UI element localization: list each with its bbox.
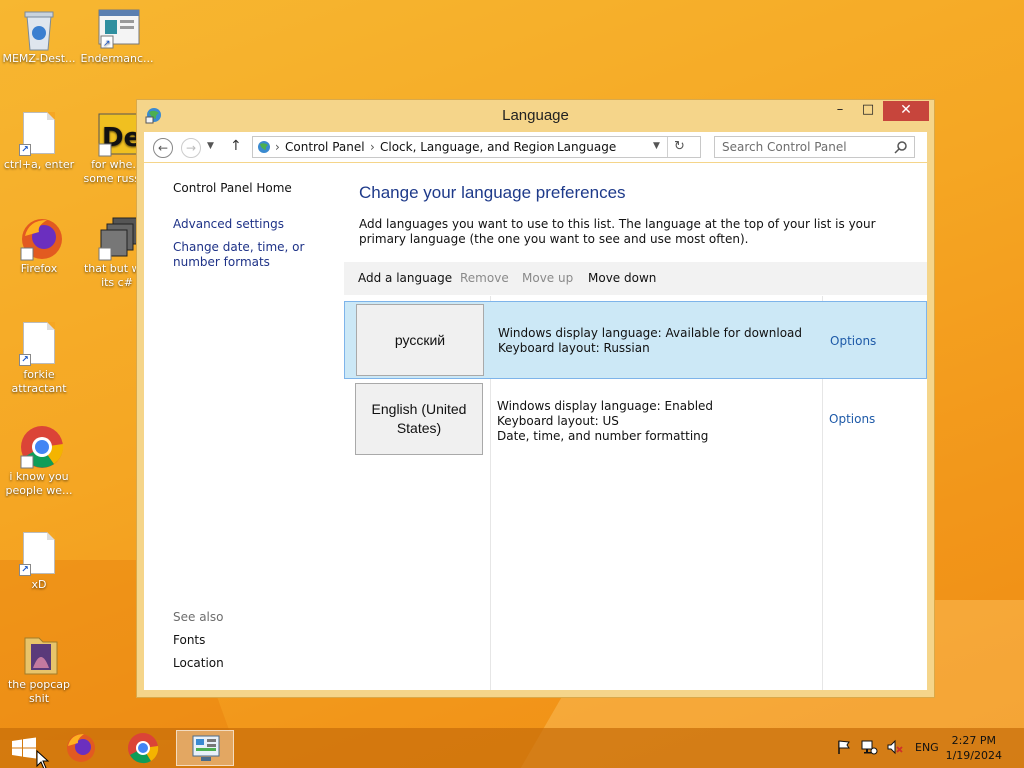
add-language-button[interactable]: Add a language <box>358 271 452 285</box>
window-content: Control Panel Home Advanced settings Cha… <box>144 163 927 690</box>
close-button[interactable]: ✕ <box>883 101 929 121</box>
location-link[interactable]: Location <box>173 656 224 671</box>
language-display-status: Windows display language: Available for … <box>498 326 803 340</box>
back-button[interactable]: ← <box>153 138 173 158</box>
page-heading: Change your language preferences <box>359 183 626 202</box>
remove-button[interactable]: Remove <box>460 271 509 285</box>
desktop-icon-recycle-bin[interactable]: MEMZ-Dest... <box>0 6 78 66</box>
action-center-flag-icon[interactable] <box>836 739 852 758</box>
address-dropdown-chevron-icon[interactable]: ▼ <box>653 141 660 151</box>
language-formatting-status: Date, time, and number formatting <box>497 429 709 443</box>
desktop-icon-label: forkie attractant <box>11 368 67 395</box>
desktop-icon-label: ctrl+a, enter <box>3 158 75 171</box>
search-icon[interactable] <box>894 140 908 154</box>
taskbar-firefox[interactable] <box>54 730 112 766</box>
breadcrumb-separator: › <box>370 140 375 154</box>
main-pane: Change your language preferences Add lan… <box>344 163 927 690</box>
breadcrumb-control-panel[interactable]: Control Panel <box>285 140 365 154</box>
advanced-settings-link[interactable]: Advanced settings <box>173 217 284 232</box>
firefox-icon <box>67 734 95 762</box>
breadcrumb-language[interactable]: Language <box>557 140 616 154</box>
move-down-button[interactable]: Move down <box>588 271 656 285</box>
breadcrumb-clock-language-region[interactable]: Clock, Language, and Region <box>380 140 555 154</box>
file-icon: ↗ <box>19 112 59 156</box>
recent-pages-dropdown[interactable]: ▼ <box>207 141 214 151</box>
taskbar-control-panel[interactable] <box>176 730 234 766</box>
control-panel-icon <box>192 735 220 761</box>
recycle-bin-icon <box>19 6 59 51</box>
chrome-icon <box>19 424 64 469</box>
network-icon[interactable] <box>860 739 878 758</box>
language-toolbar: Add a language Remove Move up Move down <box>344 262 927 295</box>
clock-date: 1/19/2024 <box>945 749 1002 762</box>
search-box[interactable] <box>714 136 915 158</box>
window-app-icon: ↗ <box>97 6 140 50</box>
desktop-icon-chrome[interactable]: i know you people we... <box>0 424 78 498</box>
breadcrumb-separator: › <box>547 140 552 154</box>
de-app-icon: De <box>97 112 141 157</box>
up-arrow-icon: ↑ <box>230 138 242 154</box>
desktop-icon-firefox[interactable]: Firefox <box>0 216 78 276</box>
address-divider <box>667 137 668 157</box>
taskbar-chrome[interactable] <box>116 730 174 766</box>
file-icon: ↗ <box>19 322 59 366</box>
svg-text:↗: ↗ <box>103 39 111 49</box>
desktop-icon-app[interactable]: ↗ Endermanc... <box>78 6 156 66</box>
back-arrow-icon: ← <box>157 141 169 155</box>
breadcrumb-separator: › <box>275 140 280 154</box>
options-link[interactable]: Options <box>829 412 875 426</box>
desktop-icon-folder[interactable]: the popcap shit <box>0 632 78 706</box>
forward-button[interactable]: → <box>181 138 201 158</box>
file-icon: ↗ <box>19 532 59 576</box>
address-bar[interactable]: › Control Panel › Clock, Language, and R… <box>252 136 701 158</box>
up-button[interactable]: ↑ <box>230 138 242 154</box>
language-window: Language – □ ✕ ← → ▼ ↑ › Control Panel ›… <box>136 99 935 698</box>
title-bar[interactable]: Language – □ ✕ <box>137 100 934 130</box>
language-row-russian[interactable]: русский Windows display language: Availa… <box>344 301 927 379</box>
desktop-icon-label: the popcap shit <box>7 678 70 705</box>
volume-muted-icon[interactable] <box>886 739 904 758</box>
language-keyboard-layout: Keyboard layout: US <box>497 414 619 428</box>
language-display-status: Windows display language: Enabled <box>497 399 714 413</box>
change-date-time-formats-link[interactable]: Change date, time, or number formats <box>173 240 338 270</box>
taskbar: ENG 2:27 PM 1/19/2024 <box>0 728 1024 768</box>
maximize-button[interactable]: □ <box>854 101 882 121</box>
chrome-icon <box>128 733 159 764</box>
refresh-icon[interactable]: ↻ <box>674 139 685 154</box>
move-up-button[interactable]: Move up <box>522 271 573 285</box>
page-description: Add languages you want to use to this li… <box>359 217 876 246</box>
taskbar-clock[interactable]: 2:27 PM 1/19/2024 <box>946 733 1002 763</box>
input-language-indicator[interactable]: ENG <box>915 741 939 754</box>
forward-arrow-icon: → <box>185 141 197 155</box>
language-keyboard-layout: Keyboard layout: Russian <box>498 341 650 355</box>
fonts-link[interactable]: Fonts <box>173 633 205 648</box>
desktop-icon-label: Firefox <box>20 262 58 275</box>
desktop-icon-label: MEMZ-Dest... <box>2 52 76 65</box>
search-input[interactable] <box>715 137 885 157</box>
desktop-icon-label: Endermanc... <box>80 52 154 65</box>
desktop-icon-file[interactable]: ↗ ctrl+a, enter <box>0 112 78 172</box>
clock-time: 2:27 PM <box>951 734 996 747</box>
window-title: Language <box>502 107 569 124</box>
language-tile[interactable]: English (United States) <box>355 383 483 455</box>
stack-app-icon <box>97 216 140 261</box>
mouse-cursor-icon <box>36 750 50 768</box>
options-link[interactable]: Options <box>830 334 876 348</box>
control-panel-globe-icon <box>256 139 272 158</box>
firefox-icon <box>19 216 62 261</box>
desktop-icon-file[interactable]: ↗ forkie attractant <box>0 322 78 396</box>
desktop-icon-label: xD <box>31 578 47 591</box>
folder-icon <box>19 632 59 676</box>
language-row-english[interactable]: English (United States) Windows display … <box>344 381 927 459</box>
desktop-icon-file[interactable]: ↗ xD <box>0 532 78 592</box>
see-also-heading: See also <box>173 610 224 624</box>
left-navigation-pane: Control Panel Home Advanced settings Cha… <box>144 163 344 690</box>
control-panel-home-link[interactable]: Control Panel Home <box>173 181 292 196</box>
desktop-icon-label: i know you people we... <box>5 470 73 497</box>
language-tile[interactable]: русский <box>356 304 484 376</box>
navigation-bar: ← → ▼ ↑ › Control Panel › Clock, Languag… <box>144 132 927 162</box>
minimize-button[interactable]: – <box>826 101 854 121</box>
